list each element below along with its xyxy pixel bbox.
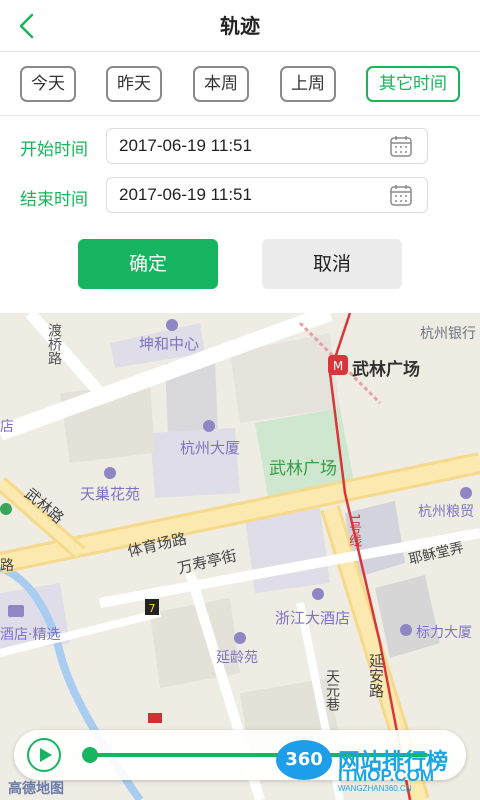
svg-text:M: M bbox=[333, 359, 343, 373]
poi-label: 酒店·精选 bbox=[0, 627, 61, 643]
road-label: 路 bbox=[0, 558, 14, 574]
watermark-url: WANGZHAN360.CN bbox=[338, 784, 412, 793]
road-label: 渡桥路 bbox=[46, 323, 62, 365]
poi-label: 浙江大酒店 bbox=[275, 609, 351, 627]
tab-last-week[interactable]: 上周 bbox=[280, 66, 336, 102]
tab-this-week[interactable]: 本周 bbox=[193, 66, 249, 102]
playback-progress-thumb[interactable] bbox=[82, 747, 98, 763]
poi-label: 杭州银行 bbox=[420, 326, 476, 342]
end-time-value: 2017-06-19 11:51 bbox=[119, 185, 252, 204]
metro-line-label: 1号线 bbox=[346, 513, 361, 548]
watermark-badge: 360 bbox=[276, 740, 332, 780]
start-time-field[interactable]: 2017-06-19 11:51 bbox=[106, 128, 428, 164]
end-time-field[interactable]: 2017-06-19 11:51 bbox=[106, 177, 428, 213]
confirm-button[interactable]: 确定 bbox=[78, 239, 218, 289]
nav-bar: 轨迹 bbox=[0, 0, 480, 52]
poi-label: 杭州粮贸 bbox=[418, 504, 474, 520]
svg-text:7: 7 bbox=[149, 602, 156, 615]
time-range-tabs: 今天 昨天 本周 上周 其它时间 bbox=[0, 52, 480, 116]
tab-yesterday[interactable]: 昨天 bbox=[106, 66, 162, 102]
start-time-value: 2017-06-19 11:51 bbox=[119, 136, 252, 155]
cancel-button[interactable]: 取消 bbox=[262, 239, 402, 289]
map-view[interactable]: M 7 坤和中心 杭州银行 武林广场 杭州大厦 武林广场 天巢花苑 杭州粮贸 浙… bbox=[0, 313, 480, 800]
road-label: 店 bbox=[0, 419, 14, 435]
watermark-domain: ITMOP.COM bbox=[338, 766, 435, 785]
park-label: 武林广场 bbox=[269, 459, 337, 479]
date-range-form: 开始时间 2017-06-19 11:51 结束时间 2017-06-19 11… bbox=[0, 116, 480, 312]
tab-other-time[interactable]: 其它时间 bbox=[366, 66, 460, 102]
poi-label: 杭州大厦 bbox=[180, 439, 241, 457]
poi-label: 天巢花苑 bbox=[80, 485, 141, 503]
poi-label: 坤和中心 bbox=[139, 335, 200, 353]
calendar-icon bbox=[390, 136, 412, 157]
poi-label: 延龄苑 bbox=[216, 650, 258, 666]
watermark: 360 网站排行榜 ITMOP.COM WANGZHAN360.CN bbox=[276, 740, 480, 800]
poi-label: 标力大厦 bbox=[416, 625, 472, 641]
end-time-label: 结束时间 bbox=[20, 190, 88, 210]
tab-today[interactable]: 今天 bbox=[20, 66, 76, 102]
calendar-icon bbox=[390, 185, 412, 206]
metro-station-label: 武林广场 bbox=[352, 360, 420, 380]
page-title: 轨迹 bbox=[220, 14, 260, 38]
play-icon[interactable] bbox=[26, 737, 62, 773]
road-label: 天元巷 bbox=[324, 669, 340, 711]
start-time-label: 开始时间 bbox=[20, 140, 88, 160]
road-label: 延安路 bbox=[367, 653, 385, 698]
map-logo: 高德地图 bbox=[8, 781, 64, 797]
